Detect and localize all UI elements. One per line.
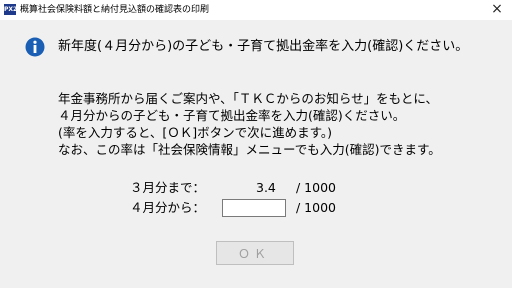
info-icon [25, 37, 45, 57]
body-line-2: ４月分からの子ども・子育て拠出金率を入力(確認)ください。 [58, 108, 406, 123]
rate-from-april-unit: / 1000 [296, 200, 336, 215]
body-line-3: (率を入力すると、[ＯＫ]ボタンで次に進めます。) [58, 125, 333, 140]
window-title: 概算社会保険料額と納付見込額の確認表の印刷 [20, 5, 210, 15]
rate-until-march-label: ３月分まで： [130, 180, 206, 195]
rate-from-april-input[interactable] [222, 199, 286, 217]
rate-from-april-label: ４月分から： [130, 200, 206, 215]
ok-button[interactable]: ＯＫ [216, 241, 294, 265]
title-bar: PX2 概算社会保険料額と納付見込額の確認表の印刷 × [0, 0, 512, 20]
dialog-body: 新年度(４月分から)の子ども・子育て拠出金率を入力(確認)ください。 年金事務所… [0, 20, 512, 288]
rate-until-march-unit: / 1000 [296, 180, 336, 195]
body-line-1: 年金事務所から届くご案内や、「ＴＫＣからのお知らせ」をもとに、 [58, 91, 439, 106]
body-line-4: なお、この率は「社会保険情報」メニューでも入力(確認)できます。 [58, 142, 441, 157]
close-button[interactable]: × [490, 1, 504, 17]
app-icon: PX2 [4, 4, 18, 15]
headline-message: 新年度(４月分から)の子ども・子育て拠出金率を入力(確認)ください。 [58, 39, 469, 54]
rate-until-march-value: 3.4 [256, 180, 276, 195]
